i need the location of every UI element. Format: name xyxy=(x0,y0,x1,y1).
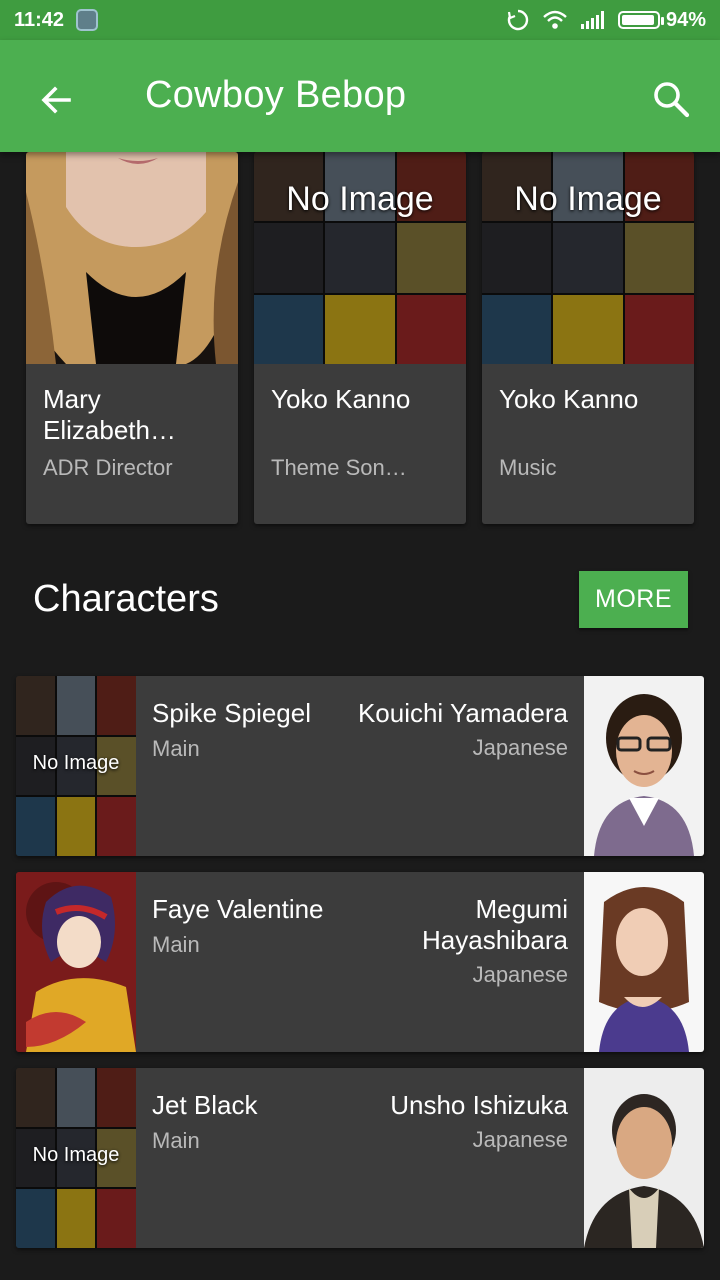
crew-card[interactable]: No Image Yoko Kanno Music xyxy=(482,152,694,524)
voice-actor-language: Japanese xyxy=(472,962,568,987)
crew-no-image: No Image xyxy=(482,152,694,364)
no-image-label: No Image xyxy=(286,180,434,218)
app-notification-icon xyxy=(76,9,99,31)
character-name: Spike Spiegel xyxy=(152,698,311,728)
crew-role: ADR Director xyxy=(43,455,173,480)
no-image-label: No Image xyxy=(514,180,662,218)
voice-actor-info: Unsho Ishizuka Japanese xyxy=(268,1090,568,1153)
character-image xyxy=(16,872,136,1052)
no-image-label: No Image xyxy=(32,1144,120,1166)
voice-actor-info: Megumi Hayashibara Japanese xyxy=(328,894,568,988)
sync-icon xyxy=(506,8,530,32)
character-card[interactable]: No Image Spike Spiegel Main Kouichi Yama… xyxy=(16,676,704,856)
battery-indicator: 94% xyxy=(617,8,706,32)
crew-role: Music xyxy=(499,455,557,480)
crew-role: Theme Son… xyxy=(271,455,407,480)
signal-icon xyxy=(580,10,606,30)
crew-name: Mary Elizabeth… xyxy=(43,384,176,445)
back-button[interactable] xyxy=(32,76,80,124)
character-name: Jet Black xyxy=(152,1090,258,1120)
voice-actor-language: Japanese xyxy=(472,735,568,760)
app-bar: Cowboy Bebop xyxy=(0,40,720,152)
voice-actor-info: Kouichi Yamadera Japanese xyxy=(328,698,568,761)
battery-fill xyxy=(621,15,654,25)
battery-icon xyxy=(617,11,664,29)
page-title: Cowboy Bebop xyxy=(145,74,407,116)
characters-heading: Characters xyxy=(33,578,219,620)
voice-actor-photo xyxy=(584,1068,704,1248)
character-no-image: No Image xyxy=(16,676,136,856)
status-time: 11:42 xyxy=(14,8,65,31)
character-role: Main xyxy=(152,1128,200,1153)
voice-actor-language: Japanese xyxy=(472,1127,568,1152)
status-bar: 11:42 94% xyxy=(0,0,720,40)
voice-actor-name: Unsho Ishizuka xyxy=(390,1090,568,1120)
character-card[interactable]: Faye Valentine Main Megumi Hayashibara J… xyxy=(16,872,704,1052)
crew-name: Yoko Kanno xyxy=(271,384,411,414)
search-button[interactable] xyxy=(646,74,696,124)
voice-actor-name: Kouichi Yamadera xyxy=(357,698,568,728)
character-role: Main xyxy=(152,736,200,761)
character-no-image: No Image xyxy=(16,1068,136,1248)
wifi-icon xyxy=(542,9,568,31)
more-button[interactable]: MORE xyxy=(579,571,688,628)
voice-actor-name: Megumi Hayashibara xyxy=(422,894,568,955)
crew-name: Yoko Kanno xyxy=(499,384,639,414)
crew-no-image: No Image xyxy=(254,152,466,364)
crew-list: Mary Elizabeth… ADR Director No Image Yo… xyxy=(0,152,720,532)
crew-card[interactable]: Mary Elizabeth… ADR Director xyxy=(26,152,238,524)
status-icons: 94% xyxy=(506,8,706,32)
crew-card[interactable]: No Image Yoko Kanno Theme Son… xyxy=(254,152,466,524)
crew-photo xyxy=(26,152,238,364)
search-icon xyxy=(654,82,690,118)
voice-actor-photo xyxy=(584,872,704,1052)
battery-percent: 94% xyxy=(665,8,706,31)
voice-actor-photo xyxy=(584,676,704,856)
character-card[interactable]: No Image Jet Black Main Unsho Ishizuka J… xyxy=(16,1068,704,1248)
no-image-label: No Image xyxy=(32,752,120,774)
arrow-back-icon xyxy=(41,86,71,114)
character-role: Main xyxy=(152,932,200,957)
character-name: Faye Valentine xyxy=(152,894,324,924)
